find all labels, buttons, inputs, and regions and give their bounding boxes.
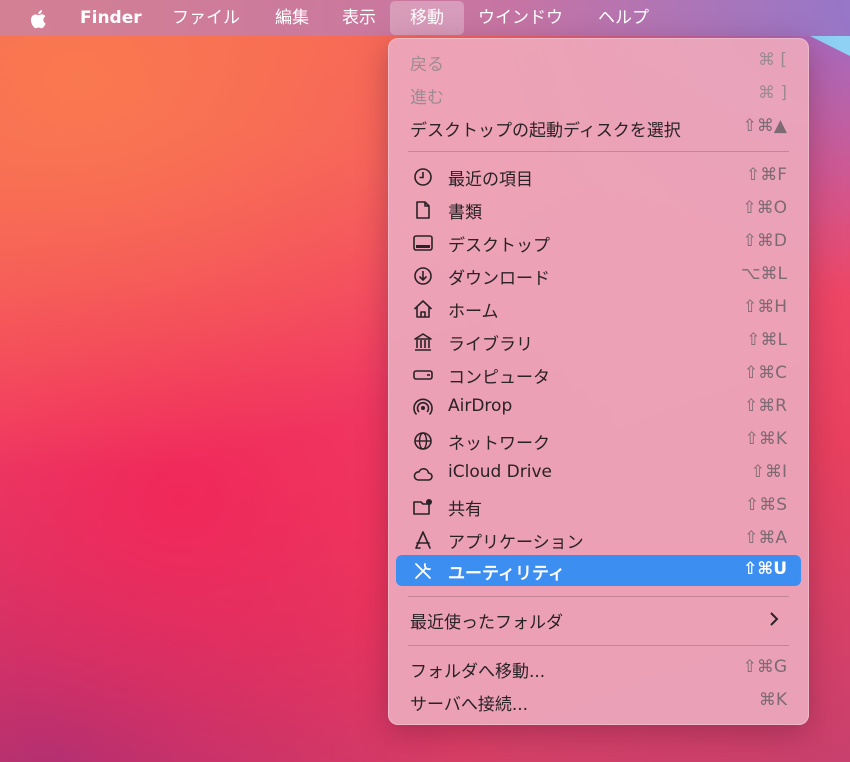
menu-item-label: AirDrop xyxy=(448,396,513,416)
menu-item-label: 進む xyxy=(410,88,444,108)
menu-item-desktop[interactable]: デスクトップ ⇧⌘D xyxy=(396,227,801,258)
utilities-icon xyxy=(412,560,434,582)
chevron-right-icon xyxy=(770,612,779,626)
menu-item-startup-disk[interactable]: デスクトップの起動ディスクを選択 ⇧⌘▲ xyxy=(396,112,801,143)
menu-item-label: フォルダへ移動... xyxy=(410,662,546,682)
menu-item-label: 書類 xyxy=(448,203,482,223)
menu-item-shortcut: ⌘K xyxy=(758,690,787,710)
menu-item-label: デスクトップの起動ディスクを選択 xyxy=(410,121,681,141)
menu-item-downloads[interactable]: ダウンロード ⌥⌘L xyxy=(396,260,801,291)
menu-go[interactable]: 移動 xyxy=(390,1,464,35)
menu-item-recent-folders[interactable]: 最近使ったフォルダ xyxy=(396,604,801,635)
menu-item-shared[interactable]: 共有 ⇧⌘S xyxy=(396,491,801,522)
menu-separator xyxy=(408,596,789,597)
home-icon xyxy=(412,298,434,320)
menu-item-shortcut: ⇧⌘O xyxy=(742,198,787,218)
menu-item-documents[interactable]: 書類 ⇧⌘O xyxy=(396,194,801,225)
download-icon xyxy=(412,265,434,287)
menu-file[interactable]: ファイル xyxy=(172,0,240,36)
menu-item-shortcut: ⇧⌘U xyxy=(743,559,787,579)
document-icon xyxy=(412,199,434,221)
menu-item-shortcut: ⇧⌘S xyxy=(744,495,787,515)
applications-icon xyxy=(412,529,434,551)
menu-view[interactable]: 表示 xyxy=(342,0,376,36)
menu-item-shortcut: ⇧⌘G xyxy=(742,657,787,677)
menu-window[interactable]: ウインドウ xyxy=(478,0,563,36)
menu-item-applications[interactable]: アプリケーション ⇧⌘A xyxy=(396,524,801,555)
menu-item-shortcut: ⇧⌘▲ xyxy=(742,116,787,136)
library-icon xyxy=(412,331,434,353)
menu-item-shortcut: ⌘ ] xyxy=(757,83,787,103)
menu-item-computer[interactable]: コンピュータ ⇧⌘C xyxy=(396,359,801,390)
go-menu-dropdown: 戻る ⌘ [ 進む ⌘ ] デスクトップの起動ディスクを選択 ⇧⌘▲ 最近の項目… xyxy=(388,38,809,725)
menu-finder[interactable]: Finder xyxy=(80,0,142,36)
menu-item-shortcut: ⇧⌘K xyxy=(744,429,787,449)
menu-item-label: 最近の項目 xyxy=(448,170,533,190)
menu-item-label: デスクトップ xyxy=(448,236,550,256)
icloud-icon xyxy=(412,463,434,485)
menu-item-shortcut: ⇧⌘D xyxy=(742,231,787,251)
menu-edit[interactable]: 編集 xyxy=(275,0,309,36)
desktop-corner-accent xyxy=(810,36,850,56)
menu-item-shortcut: ⌘ [ xyxy=(757,50,787,70)
menu-item-back[interactable]: 戻る ⌘ [ xyxy=(396,46,801,77)
menu-item-label: サーバへ接続... xyxy=(410,695,529,715)
menu-help[interactable]: ヘルプ xyxy=(598,0,649,36)
menu-item-shortcut: ⇧⌘R xyxy=(743,396,787,416)
menu-item-label: ユーティリティ xyxy=(448,564,565,584)
menu-item-shortcut: ⇧⌘I xyxy=(750,462,787,482)
airdrop-icon xyxy=(412,397,434,419)
menu-item-label: 共有 xyxy=(448,500,482,520)
shared-folder-icon xyxy=(412,496,434,518)
menu-item-icloud-drive[interactable]: iCloud Drive ⇧⌘I xyxy=(396,458,801,489)
menu-item-shortcut: ⇧⌘C xyxy=(743,363,787,383)
menu-item-go-to-folder[interactable]: フォルダへ移動... ⇧⌘G xyxy=(396,653,801,684)
menu-item-connect-server[interactable]: サーバへ接続... ⌘K xyxy=(396,686,801,717)
menu-item-label: コンピュータ xyxy=(448,368,550,388)
menu-item-label: iCloud Drive xyxy=(448,462,553,482)
menu-item-shortcut: ⌥⌘L xyxy=(740,264,787,284)
menu-item-shortcut: ⇧⌘L xyxy=(746,330,787,350)
menu-item-forward[interactable]: 進む ⌘ ] xyxy=(396,79,801,110)
menu-item-home[interactable]: ホーム ⇧⌘H xyxy=(396,293,801,324)
menu-item-shortcut: ⇧⌘F xyxy=(745,165,787,185)
menu-bar: Finder ファイル 編集 表示 移動 ウインドウ ヘルプ xyxy=(0,0,850,36)
menu-item-library[interactable]: ライブラリ ⇧⌘L xyxy=(396,326,801,357)
menu-item-label: ダウンロード xyxy=(448,269,550,289)
menu-separator xyxy=(408,151,789,152)
menu-item-label: ネットワーク xyxy=(448,434,550,454)
menu-item-label: 戻る xyxy=(410,55,444,75)
menu-item-airdrop[interactable]: AirDrop ⇧⌘R xyxy=(396,392,801,423)
desktop-icon xyxy=(412,232,434,254)
network-icon xyxy=(412,430,434,452)
menu-item-label: アプリケーション xyxy=(448,533,584,553)
clock-icon xyxy=(412,166,434,188)
menu-item-shortcut: ⇧⌘A xyxy=(744,528,787,548)
menu-item-shortcut: ⇧⌘H xyxy=(742,297,787,317)
computer-icon xyxy=(412,364,434,386)
menu-separator xyxy=(408,645,789,646)
menu-item-label: ホーム xyxy=(448,302,499,322)
menu-item-network[interactable]: ネットワーク ⇧⌘K xyxy=(396,425,801,456)
menu-item-label: 最近使ったフォルダ xyxy=(410,613,563,633)
apple-logo-icon[interactable] xyxy=(27,7,51,31)
menu-item-utilities[interactable]: ユーティリティ ⇧⌘U xyxy=(396,555,801,586)
menu-item-label: ライブラリ xyxy=(448,335,533,355)
menu-item-recents[interactable]: 最近の項目 ⇧⌘F xyxy=(396,161,801,192)
